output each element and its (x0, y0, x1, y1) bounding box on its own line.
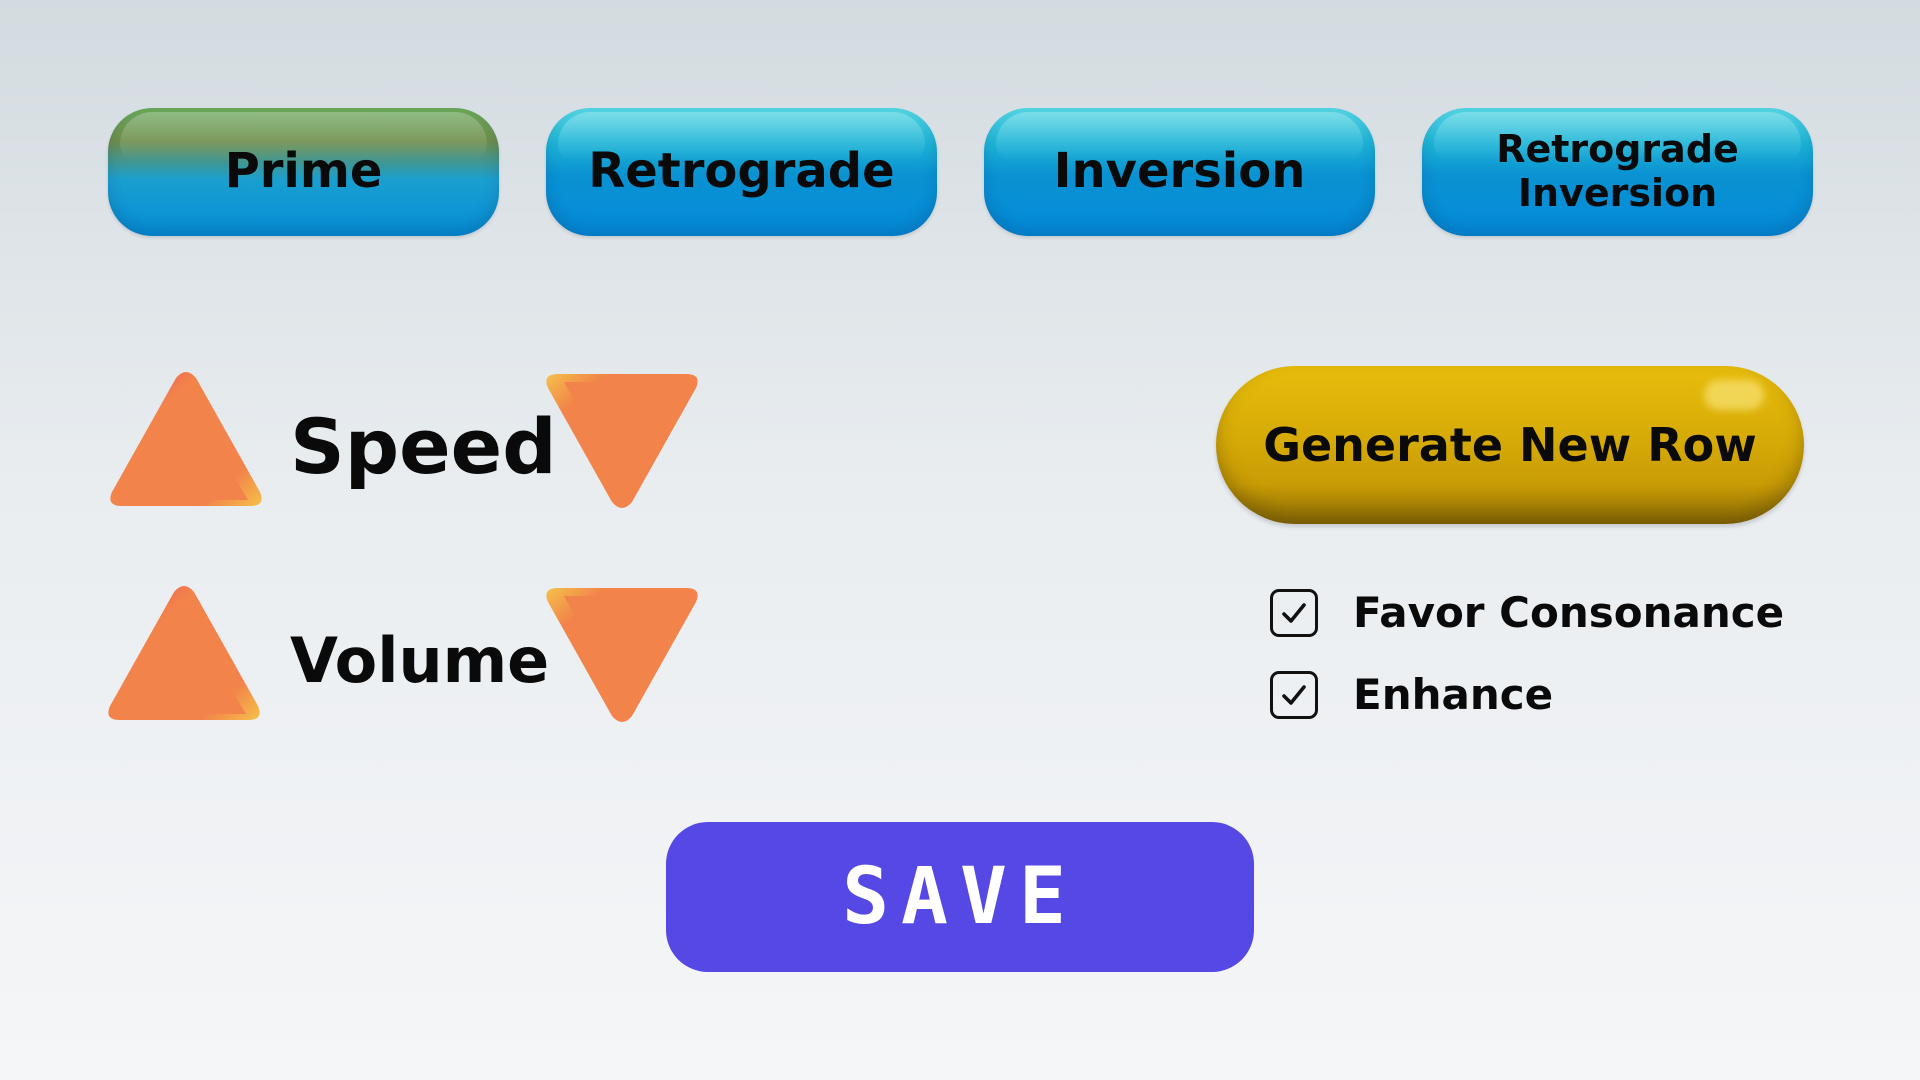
checkmark-icon (1282, 684, 1306, 705)
save-button[interactable]: SAVE (666, 822, 1254, 972)
favor-consonance-label: Favor Consonance (1353, 588, 1785, 637)
favor-consonance-option[interactable]: Favor Consonance (1270, 588, 1784, 637)
inversion-button[interactable]: Inversion (984, 108, 1375, 236)
triangle-up-icon (108, 586, 260, 720)
speed-down-button[interactable] (544, 370, 700, 510)
volume-label: Volume (290, 624, 550, 697)
prime-button[interactable]: Prime (108, 108, 499, 236)
favor-consonance-checkbox[interactable] (1270, 588, 1318, 637)
triangle-down-icon (546, 374, 698, 508)
inversion-button-label: Inversion (1053, 143, 1306, 200)
speed-label: Speed (290, 402, 557, 491)
save-button-label: SAVE (842, 852, 1078, 942)
enhance-label: Enhance (1353, 670, 1554, 719)
triangle-down-icon (546, 588, 698, 722)
triangle-up-icon (110, 372, 262, 506)
speed-up-button[interactable] (108, 370, 264, 510)
volume-up-button[interactable] (106, 584, 262, 724)
enhance-checkbox[interactable] (1270, 670, 1318, 719)
enhance-option[interactable]: Enhance (1270, 670, 1553, 719)
retrograde-inversion-button[interactable]: Retrograde Inversion (1422, 108, 1813, 236)
retrograde-button-label: Retrograde (588, 143, 895, 200)
volume-down-button[interactable] (544, 584, 700, 724)
retrograde-inversion-button-label: Retrograde Inversion (1496, 127, 1739, 215)
checkmark-icon (1282, 602, 1306, 623)
prime-button-label: Prime (224, 143, 383, 200)
generate-new-row-label: Generate New Row (1263, 418, 1757, 472)
retrograde-button[interactable]: Retrograde (546, 108, 937, 236)
generate-new-row-button[interactable]: Generate New Row (1216, 366, 1804, 524)
